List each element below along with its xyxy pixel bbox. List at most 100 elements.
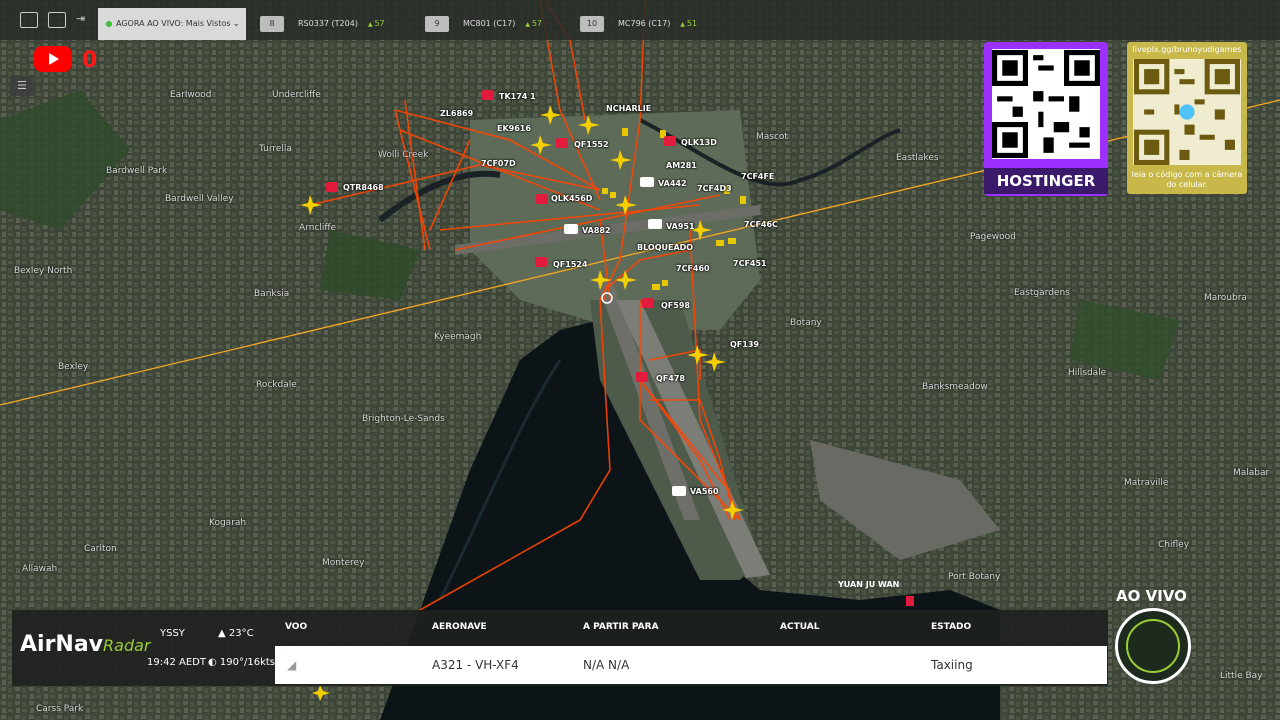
liveplx-qr: liveplx.gg/brunoyudigames leia o código … xyxy=(1127,42,1247,194)
place-label: Carss Park xyxy=(36,704,84,714)
channel-badge-icon xyxy=(1115,608,1191,684)
live-badge-label: AO VIVO xyxy=(1116,587,1187,605)
col-header-aircraft: AERONAVE xyxy=(432,622,487,632)
slot-flight: MC801 (C17) xyxy=(463,19,516,28)
place-label: Bardwell Valley xyxy=(165,194,234,204)
flight-label[interactable]: QLK456D xyxy=(551,194,592,203)
expand-icon[interactable] xyxy=(48,12,66,28)
place-label: Undercliffe xyxy=(272,90,321,100)
place-label: Turrella xyxy=(259,144,292,154)
col-header-status: ESTADO xyxy=(931,622,972,632)
place-label: Malabar xyxy=(1233,468,1270,478)
place-label: Kyeemagh xyxy=(434,332,482,342)
qr-code-icon xyxy=(1133,59,1241,165)
place-label: Botany xyxy=(790,318,822,328)
flight-label[interactable]: 7CF46C xyxy=(744,220,778,229)
youtube-icon xyxy=(34,46,72,72)
place-label: Wolli Creek xyxy=(378,150,429,160)
place-label: Banksmeadow xyxy=(922,382,988,392)
top-flight-slot[interactable]: 9 MC801 (C17) 57 xyxy=(425,16,542,32)
youtube-count: 0 xyxy=(82,48,98,73)
flight-label[interactable]: VA560 xyxy=(690,487,719,496)
cell-status: Taxiing xyxy=(931,658,973,672)
slot-rank: 9 xyxy=(425,16,449,32)
liveplx-caption: leia o código com a câmera do celular. xyxy=(1131,170,1243,189)
flight-label[interactable]: 7CF451 xyxy=(733,259,767,268)
wind-icon: ◐ xyxy=(208,657,220,668)
place-label: Chifley xyxy=(1158,540,1190,550)
flight-label[interactable]: BLOQUEADO xyxy=(637,243,693,252)
brand-main: AirNav xyxy=(20,632,104,657)
temperature: ▲ 23°C xyxy=(218,628,254,639)
col-header-flight: VOO xyxy=(285,622,308,632)
flight-label[interactable]: QF598 xyxy=(661,301,690,310)
slot-flight: RS0337 (T204) xyxy=(298,19,358,28)
place-label: Earlwood xyxy=(170,90,212,100)
chevron-down-icon: ⌄ xyxy=(232,19,240,29)
qr-code-icon xyxy=(992,49,1100,159)
place-label: Carlton xyxy=(84,544,117,554)
flight-label[interactable]: TK174 1 xyxy=(499,92,536,101)
slot-viewers: 57 xyxy=(368,19,385,28)
cell-aircraft: A321 - VH-XF4 xyxy=(432,658,519,672)
local-time: 19:42 AEDT xyxy=(147,657,206,668)
top-flight-slot[interactable]: 8 RS0337 (T204) 57 xyxy=(260,16,385,32)
liveplx-url: liveplx.gg/brunoyudigames xyxy=(1132,45,1242,54)
live-view-select[interactable]: AGORA AO VIVO: Mais Vistos ⌄ xyxy=(98,8,246,40)
place-label: Hillsdale xyxy=(1068,368,1107,378)
flight-label[interactable]: QLK13D xyxy=(681,138,717,147)
flight-label[interactable]: 7CF07D xyxy=(481,159,516,168)
temperature-value: 23°C xyxy=(228,628,254,639)
flight-label[interactable]: ZL6869 xyxy=(440,109,473,118)
slot-rank: 8 xyxy=(260,16,284,32)
place-label: Kogarah xyxy=(209,518,247,528)
collapse-sidebar-icon[interactable] xyxy=(20,12,38,28)
place-label: Bexley North xyxy=(14,266,73,276)
place-label: Rockdale xyxy=(256,380,297,390)
flight-label[interactable]: VA882 xyxy=(582,226,611,235)
live-dot-icon xyxy=(106,20,112,27)
cell-from-to: N/A N/A xyxy=(583,658,630,672)
slot-viewers: 57 xyxy=(525,19,542,28)
wind: ◐ 190°/16kts xyxy=(208,657,275,668)
wind-value: 190°/16kts xyxy=(219,657,276,668)
flight-label[interactable]: QF478 xyxy=(656,374,685,383)
hostinger-qr: HOSTINGER xyxy=(984,42,1108,196)
place-label: Bardwell Park xyxy=(106,166,168,176)
airnav-logo: AirNavRadar xyxy=(20,632,150,657)
place-label: Eastgardens xyxy=(1014,288,1070,298)
place-label: Matraville xyxy=(1124,478,1169,488)
place-label: Pagewood xyxy=(970,232,1016,242)
place-label: Banksia xyxy=(254,289,290,299)
next-icon[interactable]: ⇥ xyxy=(76,12,94,28)
live-view-label: AGORA AO VIVO: Mais Vistos xyxy=(116,19,231,28)
place-label: Eastlakes xyxy=(896,153,939,163)
place-label: Arncliffe xyxy=(299,223,337,233)
slot-flight: MC796 (C17) xyxy=(618,19,671,28)
place-label: Allawah xyxy=(22,564,58,574)
flight-label[interactable]: EK9616 xyxy=(497,124,531,133)
flight-label[interactable]: QTR8468 xyxy=(343,183,384,192)
airline-icon: ◢ xyxy=(287,658,297,672)
flight-label[interactable]: 7CF4D3 xyxy=(697,184,732,193)
flight-label[interactable]: YUAN JU WAN xyxy=(838,580,899,589)
top-flight-slot[interactable]: 10 MC796 (C17) 51 xyxy=(580,16,697,32)
flight-label[interactable]: VA951 xyxy=(666,222,695,231)
slot-rank: 10 xyxy=(580,16,604,32)
place-label: Brighton-Le-Sands xyxy=(362,414,445,424)
flight-label[interactable]: QF1524 xyxy=(553,260,588,269)
airport-code: YSSY xyxy=(160,628,185,639)
flight-label[interactable]: NCHARLIE xyxy=(606,104,651,113)
table-row[interactable] xyxy=(275,646,1107,684)
brand-sub: Radar xyxy=(103,636,151,655)
col-header-actual: ACTUAL xyxy=(780,622,820,632)
flight-label[interactable]: 7CF460 xyxy=(676,264,710,273)
thermometer-icon: ▲ xyxy=(218,628,229,639)
flight-label[interactable]: VA442 xyxy=(658,179,687,188)
flight-label[interactable]: 7CF4FE xyxy=(741,172,774,181)
flight-label[interactable]: QF139 xyxy=(730,340,759,349)
flight-label[interactable]: QF1552 xyxy=(574,140,609,149)
place-label: Little Bay xyxy=(1220,671,1263,681)
flight-label[interactable]: AM281 xyxy=(666,161,697,170)
list-icon[interactable]: ☰ xyxy=(10,76,34,96)
